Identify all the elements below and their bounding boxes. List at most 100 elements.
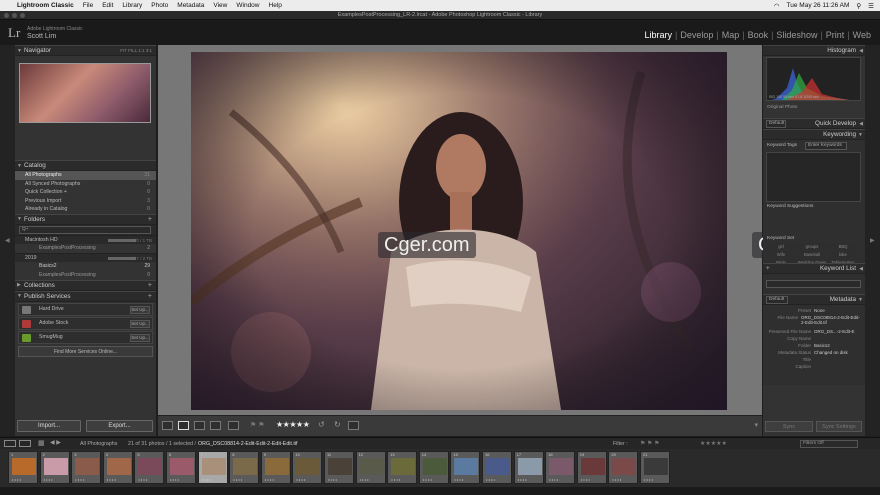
sync-settings-button[interactable]: Sync Settings: [816, 421, 862, 432]
folder-search[interactable]: Q+: [15, 224, 156, 235]
metadata-row[interactable]: Metadata Status Changed on disk: [766, 350, 861, 357]
saved-preset-dropdown[interactable]: Default: [766, 120, 786, 128]
keyword-tags-dropdown[interactable]: Enter Keywords: [805, 142, 847, 150]
collections-header[interactable]: ▶ Collections +: [15, 279, 156, 291]
publish-service-row[interactable]: Adobe Stock Set Up...: [18, 316, 153, 330]
add-publish-icon[interactable]: +: [148, 293, 152, 300]
close-icon[interactable]: [4, 13, 9, 18]
keyword-filter-field[interactable]: [766, 280, 861, 288]
left-panel-grip[interactable]: ◀: [0, 45, 15, 436]
metadata-row[interactable]: File Name ORG_DSC08814-2-Edit-Edit-2-Edit…: [766, 315, 861, 329]
filmstrip-thumbnail[interactable]: 20 • • • •: [608, 451, 639, 484]
filmstrip-thumbnail[interactable]: 3 • • • •: [71, 451, 102, 484]
module-map[interactable]: Map: [719, 30, 743, 40]
export-button[interactable]: Export...: [86, 420, 153, 432]
flag-icon[interactable]: ⚑ ⚑: [250, 421, 265, 429]
histogram-graph[interactable]: ISO 100 55 mm f/1.8 1/200 sec: [766, 57, 861, 101]
menu-window[interactable]: Window: [236, 2, 259, 9]
keyword-set-item[interactable]: groups: [797, 243, 827, 250]
menu-metadata[interactable]: Metadata: [177, 2, 204, 9]
minimize-icon[interactable]: [12, 13, 17, 18]
catalog-row[interactable]: All Synced Photographs 0: [15, 180, 156, 189]
add-folder-icon[interactable]: +: [148, 216, 152, 223]
setup-button[interactable]: Set Up...: [130, 319, 150, 328]
main-photo[interactable]: [191, 52, 727, 410]
histogram-header[interactable]: Histogram ◀: [763, 45, 865, 56]
wifi-icon[interactable]: ◠: [774, 2, 780, 10]
filmstrip-thumbnail[interactable]: 1 • • • •: [8, 451, 38, 484]
module-slideshow[interactable]: Slideshow: [773, 30, 820, 40]
filmstrip-thumbnail[interactable]: 4 • • • •: [102, 451, 133, 484]
secondary-display-icon[interactable]: [4, 440, 16, 447]
rating-stars[interactable]: ★★★★★: [276, 420, 310, 429]
keyword-list-header[interactable]: + Keyword List ◀: [763, 263, 865, 274]
filmstrip-thumbnail[interactable]: 7 • • • •: [197, 451, 228, 484]
toolbar-menu-icon[interactable]: ▾: [754, 421, 758, 429]
menu-help[interactable]: Help: [269, 2, 282, 9]
catalog-row[interactable]: Already in Catalog 0: [15, 205, 156, 214]
filmstrip-thumbnail[interactable]: 5 • • • •: [134, 451, 165, 484]
original-photo-checkbox[interactable]: Original Photo: [767, 105, 797, 110]
filmstrip-thumbnail[interactable]: 10 • • • •: [292, 451, 323, 484]
module-library[interactable]: Library: [641, 30, 675, 40]
clock[interactable]: Tue May 26 11:26 AM: [787, 2, 850, 9]
filmstrip-source[interactable]: All Photographs: [80, 441, 117, 447]
folders-header[interactable]: ▼ Folders +: [15, 213, 156, 225]
add-collection-icon[interactable]: +: [148, 282, 152, 289]
zoom-icon[interactable]: [20, 13, 25, 18]
filmstrip-thumbnail[interactable]: 11 • • • •: [324, 451, 354, 484]
menu-view[interactable]: View: [213, 2, 227, 9]
rotate-right-icon[interactable]: ↻: [334, 420, 341, 429]
search-icon[interactable]: ⚲: [856, 2, 861, 10]
filter-dropdown[interactable]: Filters Off: [800, 440, 858, 448]
keyword-set-item[interactable]: Baseball: [797, 251, 827, 258]
filmstrip-thumbnail[interactable]: 8 • • • •: [229, 451, 260, 484]
metadata-header[interactable]: Default Metadata ▼: [763, 294, 865, 305]
menu-app[interactable]: Lightroom Classic: [17, 2, 74, 9]
filmstrip-thumbnail[interactable]: 18 • • • •: [545, 451, 576, 484]
collapse-left-icon[interactable]: ◀: [5, 237, 10, 244]
main-display-icon[interactable]: [19, 440, 31, 447]
nav-arrows-icon[interactable]: ◀ ▶: [50, 439, 61, 446]
filmstrip-thumbnail[interactable]: 9 • • • •: [260, 451, 291, 484]
module-web[interactable]: Web: [850, 30, 874, 40]
grid-icon[interactable]: ▦: [38, 439, 45, 447]
right-panel-grip[interactable]: ▶: [865, 45, 880, 436]
find-more-services-button[interactable]: Find More Services Online...: [18, 345, 153, 357]
metadata-row[interactable]: Preserved File Name ORG_DS...-2-Edit-E: [766, 329, 861, 336]
window-controls[interactable]: [4, 13, 25, 18]
menu-edit[interactable]: Edit: [102, 2, 113, 9]
publish-service-row[interactable]: SmugMug Set Up...: [18, 330, 153, 344]
menu-file[interactable]: File: [83, 2, 93, 9]
publish-service-row[interactable]: Hard Drive Set Up...: [18, 302, 153, 316]
folder-row[interactable]: Basics2 29: [15, 262, 156, 271]
quick-develop-header[interactable]: Default Quick Develop ◀: [763, 118, 865, 129]
keyword-entry-area[interactable]: [766, 152, 861, 202]
keyword-set-item[interactable]: Wife: [766, 251, 796, 258]
metadata-row[interactable]: Preset None: [766, 308, 861, 315]
filmstrip-thumbnail[interactable]: 14 • • • •: [418, 451, 449, 484]
menu-library[interactable]: Library: [122, 2, 142, 9]
filmstrip-thumbnail[interactable]: 13 • • • •: [387, 451, 418, 484]
crop-overlay-icon[interactable]: [348, 421, 359, 430]
menu-list-icon[interactable]: ☰: [868, 2, 874, 10]
metadata-row[interactable]: Title: [766, 357, 861, 364]
filmstrip-thumbnail[interactable]: 15 • • • •: [450, 451, 481, 484]
menu-photo[interactable]: Photo: [151, 2, 168, 9]
setup-button[interactable]: Set Up...: [130, 333, 150, 342]
filmstrip-thumbnail[interactable]: 6 • • • •: [166, 451, 196, 484]
metadata-row[interactable]: Copy Name: [766, 336, 861, 343]
module-print[interactable]: Print: [823, 30, 848, 40]
setup-button[interactable]: Set Up...: [130, 305, 150, 314]
folder-search-field[interactable]: Q+: [19, 225, 151, 234]
volume-row[interactable]: Macintosh HD 4/0 / 1 TB: [15, 234, 156, 244]
survey-view-icon[interactable]: [210, 421, 221, 430]
filmstrip-thumbnail[interactable]: 16 • • • •: [482, 451, 512, 484]
metadata-row[interactable]: Folder Basics2: [766, 343, 861, 350]
volume-row[interactable]: 2019 1 / 7 / 2 TB: [15, 252, 156, 262]
people-view-icon[interactable]: [228, 421, 239, 430]
metadata-view-dropdown[interactable]: Default: [766, 296, 788, 304]
catalog-header[interactable]: ▼ Catalog: [15, 160, 156, 171]
import-button[interactable]: Import...: [17, 420, 81, 432]
rotate-left-icon[interactable]: ↺: [318, 420, 325, 429]
